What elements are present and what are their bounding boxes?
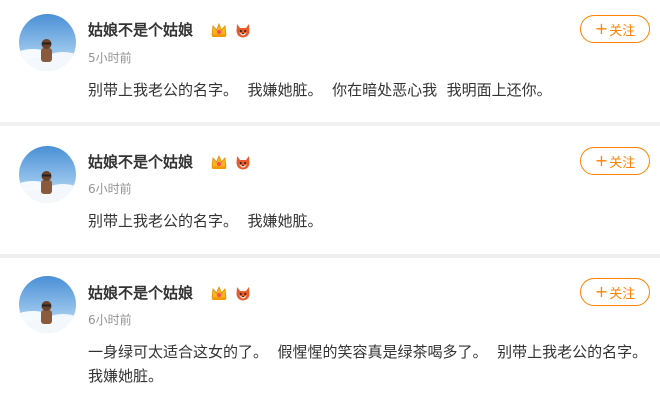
- username[interactable]: 姑娘不是个姑娘: [88, 152, 193, 172]
- follow-label: 关注: [609, 155, 636, 171]
- crown-badge-icon[interactable]: [210, 153, 228, 171]
- follow-button[interactable]: + 关注: [580, 278, 650, 306]
- timestamp[interactable]: 6小时前: [88, 181, 132, 197]
- comment-card: 姑娘不是个姑娘 5小时前 别带上我老公的名字。 我嫌她脏。 你在暗处恶心我 我明…: [0, 0, 660, 122]
- username[interactable]: 姑娘不是个姑娘: [88, 20, 193, 40]
- follow-label: 关注: [609, 23, 636, 39]
- user-badges: [210, 152, 252, 172]
- comment-card: 姑娘不是个姑娘 6小时前 一身绿可太适合这女的了。 假惺惺的笑容真是绿茶喝多了。…: [0, 258, 660, 416]
- user-badges: [210, 283, 252, 303]
- avatar-image: [19, 146, 76, 203]
- follow-button[interactable]: + 关注: [580, 147, 650, 175]
- weibo-comment-feed: 姑娘不是个姑娘 5小时前 别带上我老公的名字。 我嫌她脏。 你在暗处恶心我 我明…: [0, 0, 660, 416]
- comment-text: 一身绿可太适合这女的了。 假惺惺的笑容真是绿茶喝多了。 别带上我老公的名字。 我…: [88, 343, 657, 385]
- comment-text: 别带上我老公的名字。 我嫌她脏。 你在暗处恶心我 我明面上还你。: [88, 81, 552, 99]
- fox-badge-icon[interactable]: [234, 153, 252, 171]
- fox-badge-icon[interactable]: [234, 284, 252, 302]
- timestamp[interactable]: 5小时前: [88, 50, 132, 66]
- username[interactable]: 姑娘不是个姑娘: [88, 283, 193, 303]
- user-badges: [210, 20, 252, 40]
- comment-card: 姑娘不是个姑娘 6小时前 别带上我老公的名字。 我嫌她脏。 + 关注: [0, 126, 660, 254]
- plus-icon: +: [594, 282, 609, 301]
- fox-badge-icon[interactable]: [234, 21, 252, 39]
- crown-badge-icon[interactable]: [210, 284, 228, 302]
- plus-icon: +: [594, 151, 609, 170]
- follow-button[interactable]: + 关注: [580, 15, 650, 43]
- follow-label: 关注: [609, 286, 636, 302]
- avatar[interactable]: [19, 14, 76, 71]
- avatar-image: [19, 14, 76, 71]
- avatar[interactable]: [19, 276, 76, 333]
- avatar-image: [19, 276, 76, 333]
- avatar[interactable]: [19, 146, 76, 203]
- plus-icon: +: [594, 19, 609, 38]
- timestamp[interactable]: 6小时前: [88, 312, 132, 328]
- crown-badge-icon[interactable]: [210, 21, 228, 39]
- comment-text: 别带上我老公的名字。 我嫌她脏。: [88, 212, 323, 230]
